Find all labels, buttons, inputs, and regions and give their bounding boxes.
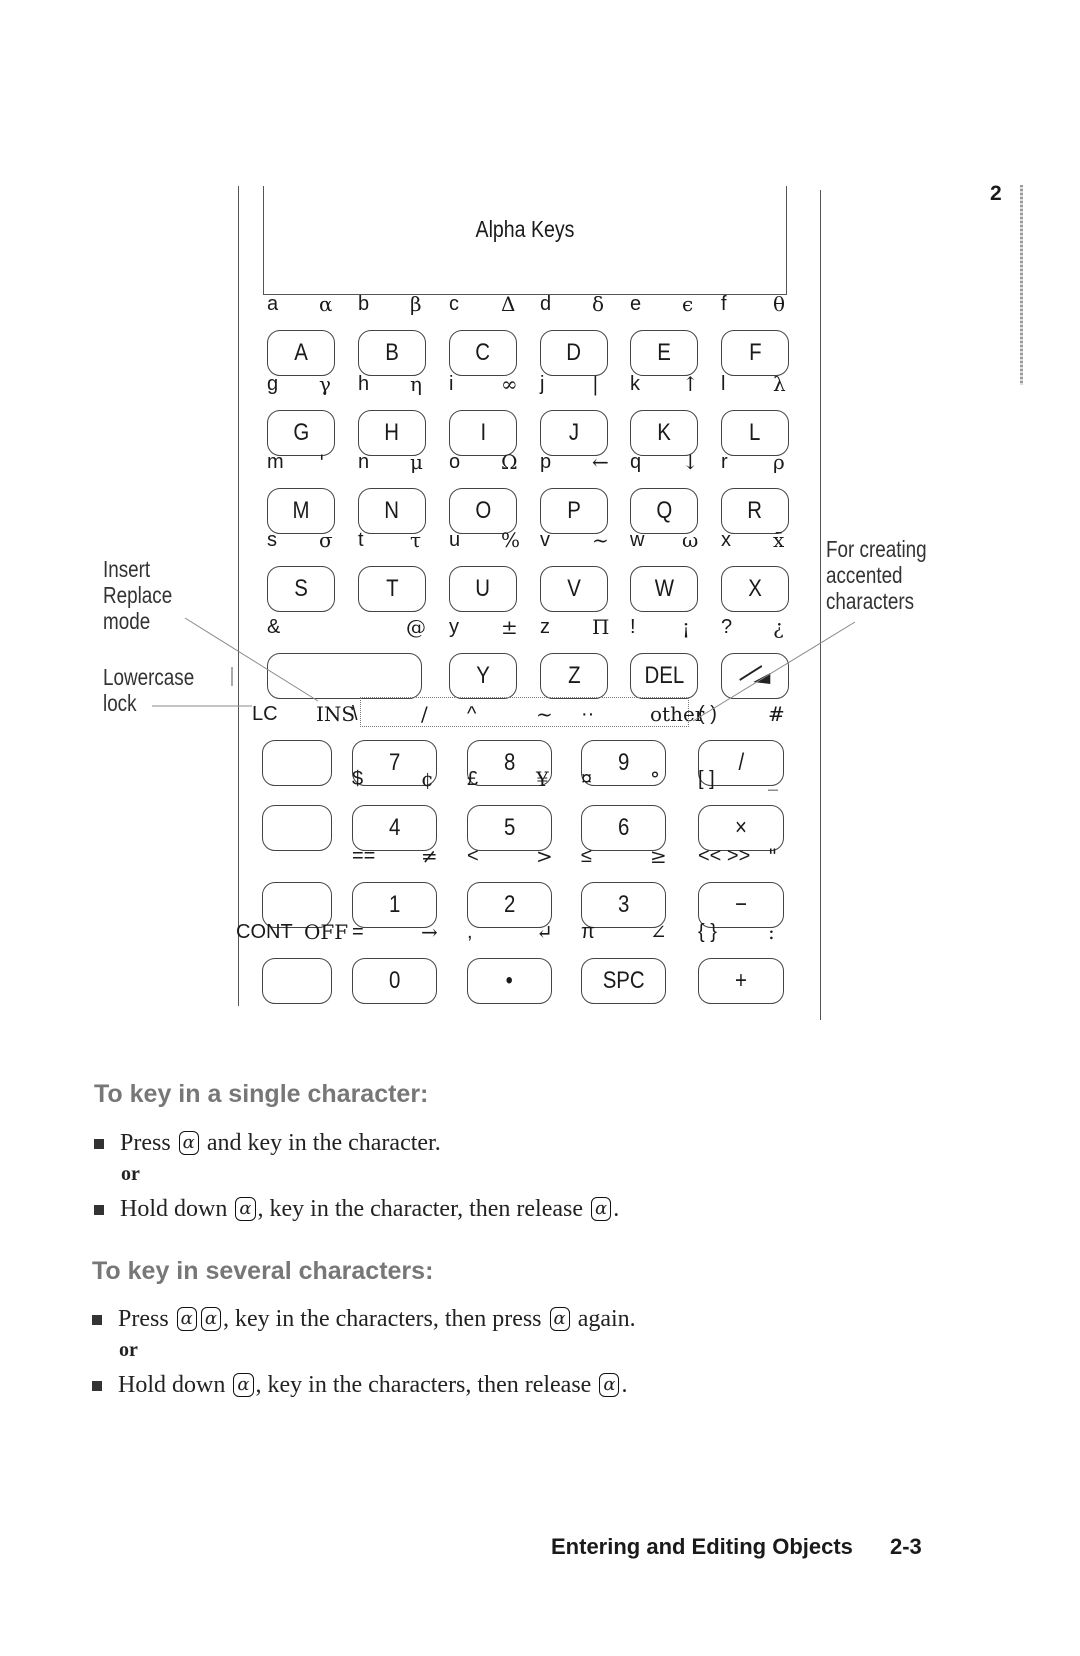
text: . [621, 1372, 628, 1398]
footer-page-number: 2-3 [890, 1534, 922, 1559]
bullet-icon [94, 1205, 104, 1216]
text: Hold down [120, 1196, 234, 1222]
heading-several-characters: To key in several characters: [92, 1257, 434, 1285]
leader-insert [184, 617, 319, 702]
heading-single-character: To key in a single character: [94, 1080, 429, 1108]
alpha-key-icon: α [200, 1307, 221, 1331]
instruction-single-2: Hold down α, key in the character, then … [94, 1196, 619, 1223]
bullet-icon [94, 1139, 104, 1150]
alpha-key-icon: α [591, 1197, 612, 1221]
alpha-key-icon: α [178, 1131, 199, 1155]
instruction-several-2: Hold down α, key in the characters, then… [92, 1372, 627, 1399]
text: . [613, 1196, 620, 1222]
alpha-key-icon: α [235, 1197, 256, 1221]
alpha-key-icon: α [549, 1307, 570, 1331]
text: , key in the character, then release [257, 1196, 590, 1222]
instruction-single-1: Press α and key in the character. [94, 1130, 441, 1157]
text: , key in the characters, then release [255, 1372, 598, 1398]
alpha-key-icon: α [599, 1373, 620, 1397]
or-label: or [119, 1339, 138, 1361]
text: Hold down [118, 1372, 232, 1398]
footer-chapter-title: Entering and Editing Objects [551, 1534, 853, 1559]
alpha-key-icon: α [176, 1307, 197, 1331]
leader-lines [152, 617, 856, 722]
bullet-icon [92, 1315, 102, 1326]
or-label: or [121, 1163, 140, 1185]
leader-accented [692, 621, 856, 722]
text: again. [571, 1306, 636, 1332]
text: and key in the character. [200, 1130, 441, 1156]
text: Press [118, 1306, 175, 1332]
text: , key in the characters, then press [222, 1306, 548, 1332]
instruction-several-1: Press αα, key in the characters, then pr… [92, 1306, 636, 1333]
bullet-icon [92, 1381, 102, 1392]
text: Press [120, 1130, 177, 1156]
alpha-key-icon: α [233, 1373, 254, 1397]
